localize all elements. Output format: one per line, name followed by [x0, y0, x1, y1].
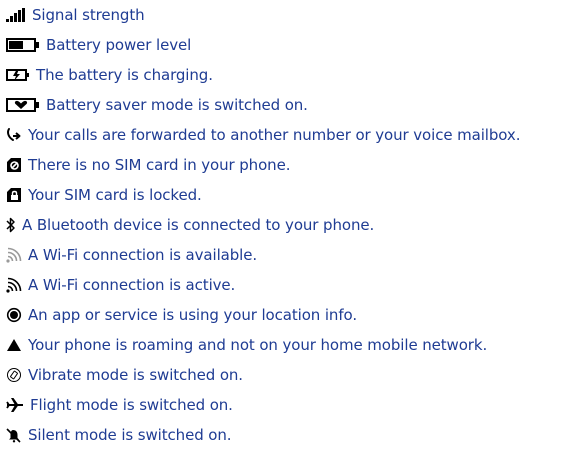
list-item: Signal strength [0, 0, 145, 30]
roaming-icon [6, 335, 22, 355]
list-item: There is no SIM card in your phone. [0, 150, 290, 180]
item-label: A Wi-Fi connection is active. [28, 276, 236, 294]
bluetooth-icon [6, 215, 16, 235]
item-label: Your phone is roaming and not on your ho… [28, 336, 488, 354]
list-item: Battery power level [0, 30, 191, 60]
no-sim-icon [6, 155, 22, 175]
list-item: Vibrate mode is switched on. [0, 360, 243, 390]
item-label: Flight mode is switched on. [30, 396, 233, 414]
list-item: Your calls are forwarded to another numb… [0, 120, 520, 150]
list-item: A Bluetooth device is connected to your … [0, 210, 374, 240]
battery-saver-icon [6, 95, 40, 115]
flight-mode-icon [6, 395, 24, 415]
list-item: Flight mode is switched on. [0, 390, 233, 420]
battery-charging-icon [6, 65, 30, 85]
list-item: A Wi-Fi connection is active. [0, 270, 235, 300]
vibrate-icon [6, 365, 22, 385]
item-label: Signal strength [32, 6, 145, 24]
item-label: The battery is charging. [36, 66, 213, 84]
list-item: The battery is charging. [0, 60, 213, 90]
sim-locked-icon [6, 185, 22, 205]
battery-level-icon [6, 35, 40, 55]
list-item: Your phone is roaming and not on your ho… [0, 330, 487, 360]
item-label: A Wi-Fi connection is available. [28, 246, 258, 264]
wifi-active-icon [6, 275, 22, 295]
list-item: A Wi-Fi connection is available. [0, 240, 257, 270]
list-item: Silent mode is switched on. [0, 420, 232, 450]
item-label: Vibrate mode is switched on. [28, 366, 243, 384]
item-label: Silent mode is switched on. [28, 426, 232, 444]
list-item: Your SIM card is locked. [0, 180, 202, 210]
item-label: An app or service is using your location… [28, 306, 358, 324]
item-label: Battery power level [46, 36, 192, 54]
list-item: Battery saver mode is switched on. [0, 90, 308, 120]
list-item: An app or service is using your location… [0, 300, 357, 330]
item-label: Your SIM card is locked. [28, 186, 202, 204]
item-label: Battery saver mode is switched on. [46, 96, 308, 114]
item-label: A Bluetooth device is connected to your … [22, 216, 375, 234]
signal-strength-icon [6, 5, 26, 25]
wifi-available-icon [6, 245, 22, 265]
call-forward-icon [6, 125, 22, 145]
item-label: Your calls are forwarded to another numb… [28, 126, 521, 144]
status-icon-legend: Signal strength Battery power level The … [0, 0, 587, 470]
location-icon [6, 305, 22, 325]
silent-mode-icon [6, 425, 22, 445]
item-label: There is no SIM card in your phone. [28, 156, 291, 174]
